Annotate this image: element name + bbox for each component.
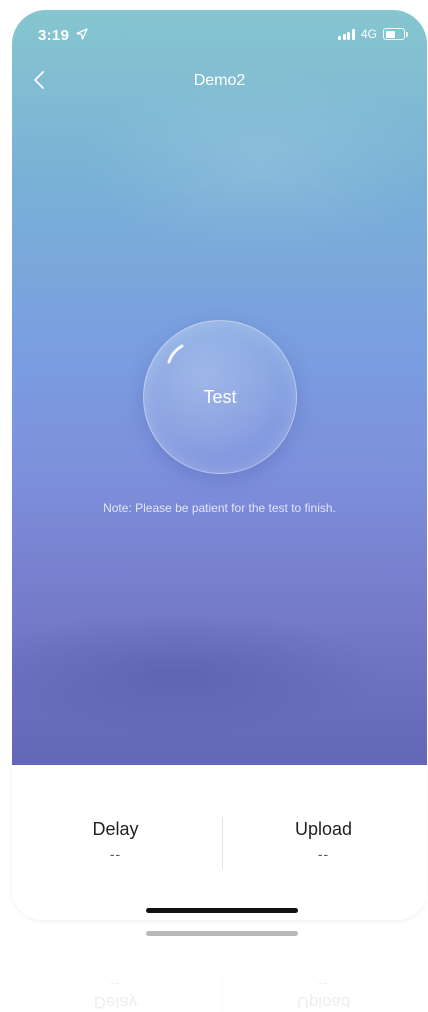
stats-card: Delay -- Upload -- (12, 765, 427, 920)
battery-icon (383, 28, 408, 40)
page-title: Demo2 (193, 72, 246, 89)
reflection-upload-value: -- (318, 975, 329, 990)
network-type: 4G (360, 27, 377, 41)
upload-label: Upload (294, 819, 353, 839)
reflection-upload: -- Upload (220, 975, 427, 1012)
test-note: Note: Please be patient for the test to … (103, 501, 336, 515)
status-right-group: 4G (338, 27, 408, 41)
status-bar: 3:19 4G (12, 10, 427, 58)
delay-label: Delay (92, 819, 139, 839)
signal-bars-icon (338, 28, 355, 40)
upload-value: -- (317, 846, 330, 862)
app-screen: 3:19 4G Demo2 Test Note: Please be patie… (0, 0, 428, 1012)
location-arrow-icon (76, 28, 88, 40)
reflection-delay-label: Delay (93, 993, 138, 1012)
status-time: 3:19 (38, 27, 70, 44)
shine-highlight-icon (167, 344, 184, 364)
delay-stat: Delay -- (12, 819, 219, 862)
test-button[interactable]: Test (143, 320, 297, 474)
upload-stat: Upload -- (220, 819, 427, 862)
reflection-upload-label: Upload (296, 993, 351, 1012)
reflection-delay-value: -- (110, 975, 121, 990)
nav-bar: Demo2 (12, 58, 427, 102)
delay-value: -- (109, 846, 122, 862)
reflection-stats: -- Delay -- Upload (12, 975, 427, 1012)
reflection-delay: -- Delay (12, 975, 219, 1012)
reflection-handle (146, 931, 298, 936)
test-button-label: Test (203, 387, 237, 407)
home-indicator[interactable] (146, 908, 298, 913)
hero-panel: 3:19 4G Demo2 Test Note: Please be patie… (12, 10, 427, 765)
